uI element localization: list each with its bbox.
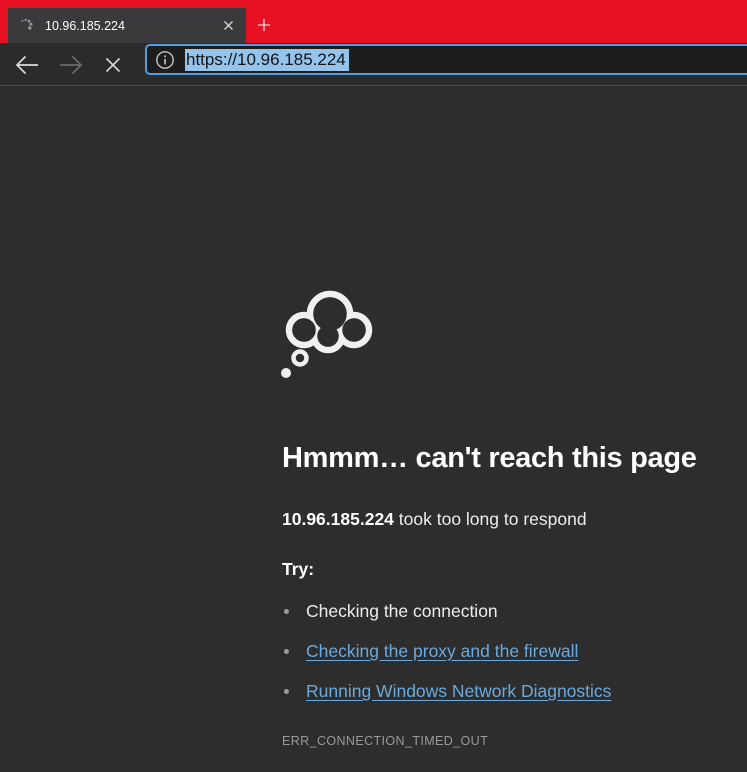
bullet-dot — [284, 649, 289, 654]
suggestion-item: Running Windows Network Diagnostics — [284, 681, 611, 702]
suggestion-item: Checking the connection — [284, 601, 498, 622]
loading-spinner-icon — [19, 18, 34, 33]
tab-strip: 10.96.185.224 — [0, 0, 747, 43]
back-button[interactable] — [13, 53, 41, 77]
close-icon — [223, 20, 234, 31]
error-host: 10.96.185.224 — [282, 509, 394, 529]
navigation-toolbar: https://10.96.185.224 — [0, 43, 747, 86]
suggestion-item: Checking the proxy and the firewall — [284, 641, 578, 662]
error-message: took too long to respond — [394, 509, 587, 529]
bullet-dot — [284, 609, 289, 614]
stop-button[interactable] — [102, 55, 124, 75]
address-input[interactable]: https://10.96.185.224 — [185, 50, 349, 70]
network-diagnostics-link[interactable]: Running Windows Network Diagnostics — [306, 681, 611, 702]
arrow-right-icon — [58, 54, 84, 76]
info-icon[interactable] — [155, 50, 175, 70]
stop-x-icon — [104, 56, 122, 74]
tab-close-button[interactable] — [219, 16, 238, 35]
selected-url-text: https://10.96.185.224 — [185, 49, 349, 71]
bullet-dot — [284, 689, 289, 694]
browser-tab[interactable]: 10.96.185.224 — [8, 8, 246, 43]
proxy-firewall-link[interactable]: Checking the proxy and the firewall — [306, 641, 578, 662]
error-code: ERR_CONNECTION_TIMED_OUT — [282, 734, 488, 748]
browser-window: 10.96.185.224 — [0, 0, 747, 772]
arrow-left-icon — [14, 54, 40, 76]
new-tab-button[interactable] — [250, 11, 278, 39]
thought-cloud-icon — [278, 284, 374, 380]
forward-button[interactable] — [57, 53, 85, 77]
tab-title: 10.96.185.224 — [45, 19, 219, 33]
suggestion-text: Checking the connection — [306, 601, 498, 622]
plus-icon — [256, 13, 272, 37]
error-page: Hmmm… can't reach this page 10.96.185.22… — [0, 86, 747, 772]
error-title: Hmmm… can't reach this page — [282, 442, 697, 475]
error-subtitle: 10.96.185.224 took too long to respond — [282, 509, 587, 530]
try-label: Try: — [282, 559, 314, 580]
address-bar[interactable]: https://10.96.185.224 — [145, 44, 747, 75]
